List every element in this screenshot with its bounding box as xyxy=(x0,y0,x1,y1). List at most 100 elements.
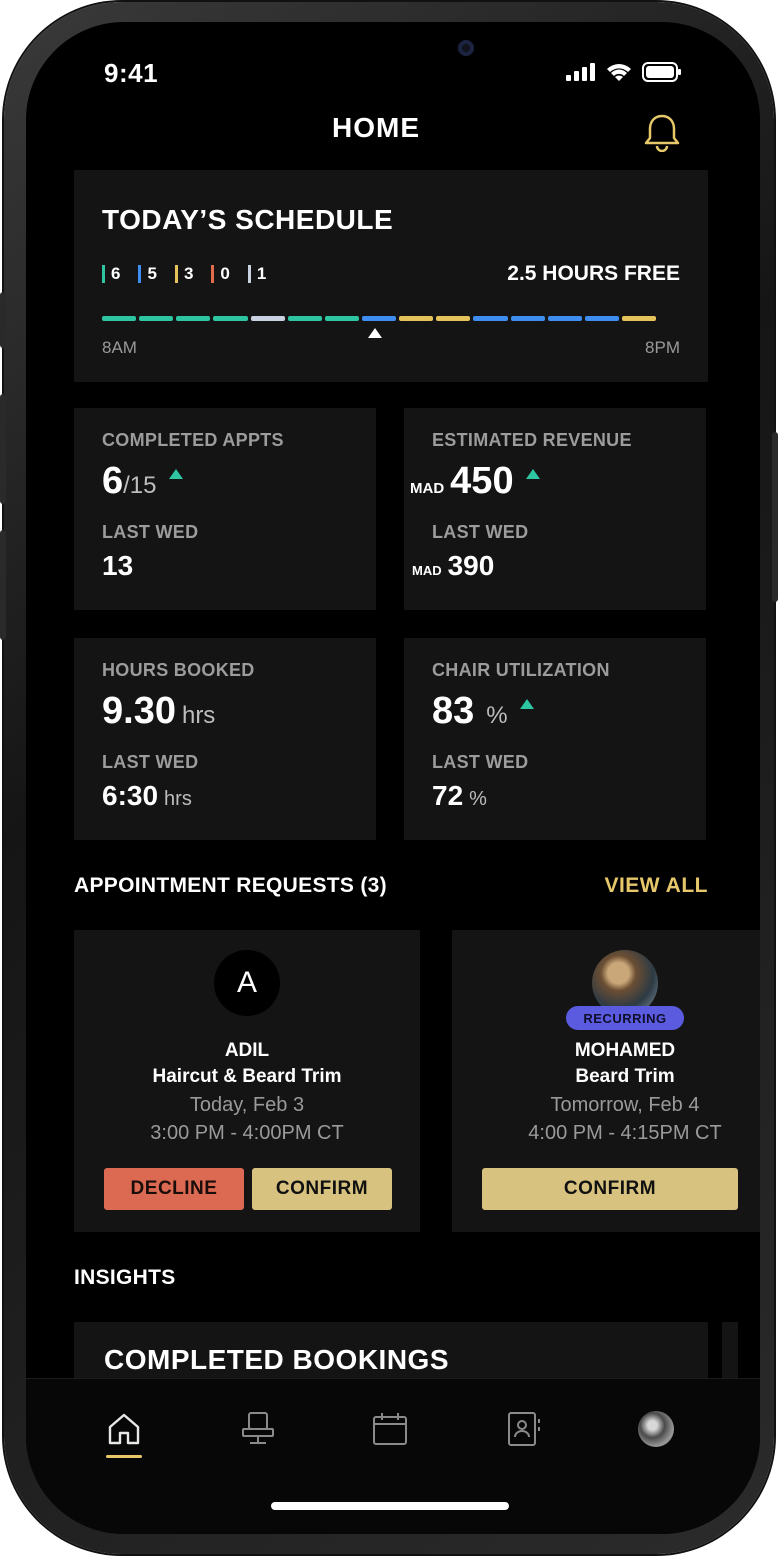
timeline-segment xyxy=(287,316,322,321)
volume-down-button xyxy=(0,530,6,640)
completed-bookings-title: COMPLETED BOOKINGS xyxy=(104,1344,450,1375)
client-name: ADIL xyxy=(224,1040,270,1061)
stat-value: 83% xyxy=(432,690,534,733)
front-camera xyxy=(458,40,474,56)
wifi-icon xyxy=(607,64,631,81)
home-icon[interactable] xyxy=(104,1409,144,1449)
last-period-value: 72% xyxy=(432,780,487,812)
avatar: A xyxy=(214,950,280,1016)
stat-label: HOURS BOOKED xyxy=(102,660,255,680)
battery-icon xyxy=(642,62,681,82)
legend-item: 1 xyxy=(247,264,266,284)
trend-up-icon xyxy=(168,469,183,479)
profile-avatar[interactable] xyxy=(636,1409,676,1449)
trend-up-icon xyxy=(519,699,534,709)
active-tab-indicator xyxy=(106,1455,142,1458)
schedule-legend: 6 5 3 0 1 xyxy=(102,264,266,284)
chair-icon[interactable] xyxy=(238,1409,278,1449)
legend-swatch xyxy=(102,265,105,283)
last-period-label: LAST WED xyxy=(432,522,529,542)
bell-icon[interactable] xyxy=(644,112,680,157)
last-period-value: MAD 390 xyxy=(412,550,494,582)
last-hours-value: 6:30 xyxy=(102,780,159,811)
stat-value: 9.30 hrs xyxy=(102,690,215,733)
chair-utilization-card[interactable]: CHAIR UTILIZATION 83% LAST WED 72% xyxy=(404,638,706,840)
appointment-time: 4:00 PM - 4:15PM CT xyxy=(528,1122,722,1144)
appointment-date: Today, Feb 3 xyxy=(189,1094,305,1116)
currency-label: MAD xyxy=(410,480,445,497)
stat-label: CHAIR UTILIZATION xyxy=(432,660,610,680)
timeline-segment xyxy=(399,316,434,321)
request-card[interactable]: A ADIL Haircut & Beard Trim Today, Feb 3… xyxy=(74,930,420,1232)
stat-label: ESTIMATED REVENUE xyxy=(432,430,632,450)
legend-item: 3 xyxy=(174,264,193,284)
volume-up-button xyxy=(0,394,6,504)
confirm-button[interactable]: CONFIRM xyxy=(482,1168,738,1210)
hours-unit: hrs xyxy=(181,702,216,729)
decline-button[interactable]: DECLINE xyxy=(104,1168,244,1210)
hours-booked-card[interactable]: HOURS BOOKED 9.30 hrs LAST WED 6:30 hrs xyxy=(74,638,376,840)
page-title: HOME xyxy=(332,112,420,143)
service-name: Haircut & Beard Trim xyxy=(152,1066,342,1087)
completed-value: 6 xyxy=(102,460,124,502)
utilization-value: 83 xyxy=(432,690,475,732)
timeline-segment xyxy=(139,316,174,321)
recurring-badge: RECURRING xyxy=(566,1006,684,1030)
last-period-label: LAST WED xyxy=(102,522,199,542)
confirm-button[interactable]: CONFIRM xyxy=(252,1168,392,1210)
legend-swatch xyxy=(211,265,215,283)
stat-value: MAD 450 xyxy=(410,460,540,503)
utilization-unit: % xyxy=(486,702,508,729)
last-period-label: LAST WED xyxy=(432,752,529,772)
phone-frame: 9:41 HOME TODAY’S SCHEDULE 6 5 3 0 1 2.5… xyxy=(0,2,778,1554)
mute-switch xyxy=(0,292,6,348)
timeline-segment xyxy=(250,316,285,321)
timeline-segment xyxy=(213,316,248,321)
completed-total: /15 xyxy=(123,472,157,499)
client-name: MOHAMED xyxy=(574,1040,676,1061)
estimated-revenue-card[interactable]: ESTIMATED REVENUE MAD 450 LAST WED MAD 390 xyxy=(404,408,706,610)
timeline-start-label: 8AM xyxy=(102,338,137,357)
contacts-icon[interactable] xyxy=(504,1409,544,1449)
free-hours-label: 2.5 HOURS FREE xyxy=(507,262,680,285)
status-icons xyxy=(566,62,682,82)
status-time: 9:41 xyxy=(104,58,159,88)
calendar-icon[interactable] xyxy=(370,1409,410,1449)
appointment-requests-title: APPOINTMENT REQUESTS (3) xyxy=(74,874,387,897)
appointment-time: 3:00 PM - 4:00PM CT xyxy=(150,1122,344,1144)
timeline-segment xyxy=(176,316,211,321)
timeline-segment xyxy=(510,316,545,321)
currency-label: MAD xyxy=(412,563,442,578)
last-period-label: LAST WED xyxy=(102,752,199,772)
timeline-segment xyxy=(547,316,582,321)
timeline-segment xyxy=(621,316,657,321)
timeline-segment xyxy=(473,316,508,321)
power-button xyxy=(772,432,778,602)
view-all-link[interactable]: VIEW ALL xyxy=(604,874,708,898)
timeline-segment xyxy=(361,316,397,321)
trend-up-icon xyxy=(525,469,540,479)
appointment-date: Tomorrow, Feb 4 xyxy=(550,1094,700,1116)
legend-item: 5 xyxy=(138,264,157,284)
revenue-value: 450 xyxy=(450,460,514,502)
legend-swatch xyxy=(138,265,142,283)
service-name: Beard Trim xyxy=(575,1066,675,1087)
legend-swatch xyxy=(174,265,178,283)
timeline-end-label: 8PM xyxy=(645,338,680,357)
legend-swatch xyxy=(247,265,251,283)
hours-unit: hrs xyxy=(164,788,192,810)
schedule-card[interactable]: TODAY’S SCHEDULE 6 5 3 0 1 2.5 HOURS FRE… xyxy=(74,170,708,382)
hours-value: 9.30 xyxy=(102,690,176,732)
home-indicator[interactable] xyxy=(271,1502,509,1510)
stat-value: 6/15 xyxy=(102,460,183,503)
legend-item: 0 xyxy=(211,264,230,284)
stat-label: COMPLETED APPTS xyxy=(102,430,284,450)
request-card[interactable]: RECURRING MOHAMED Beard Trim Tomorrow, F… xyxy=(452,930,760,1232)
cellular-signal-icon xyxy=(566,63,595,81)
completed-appts-card[interactable]: COMPLETED APPTS 6/15 LAST WED 13 xyxy=(74,408,376,610)
last-period-value: 6:30 hrs xyxy=(102,780,192,812)
schedule-timeline[interactable] xyxy=(102,316,657,321)
timeline-segment xyxy=(102,316,137,321)
timeline-segment xyxy=(324,316,359,321)
timeline-segment xyxy=(584,316,619,321)
